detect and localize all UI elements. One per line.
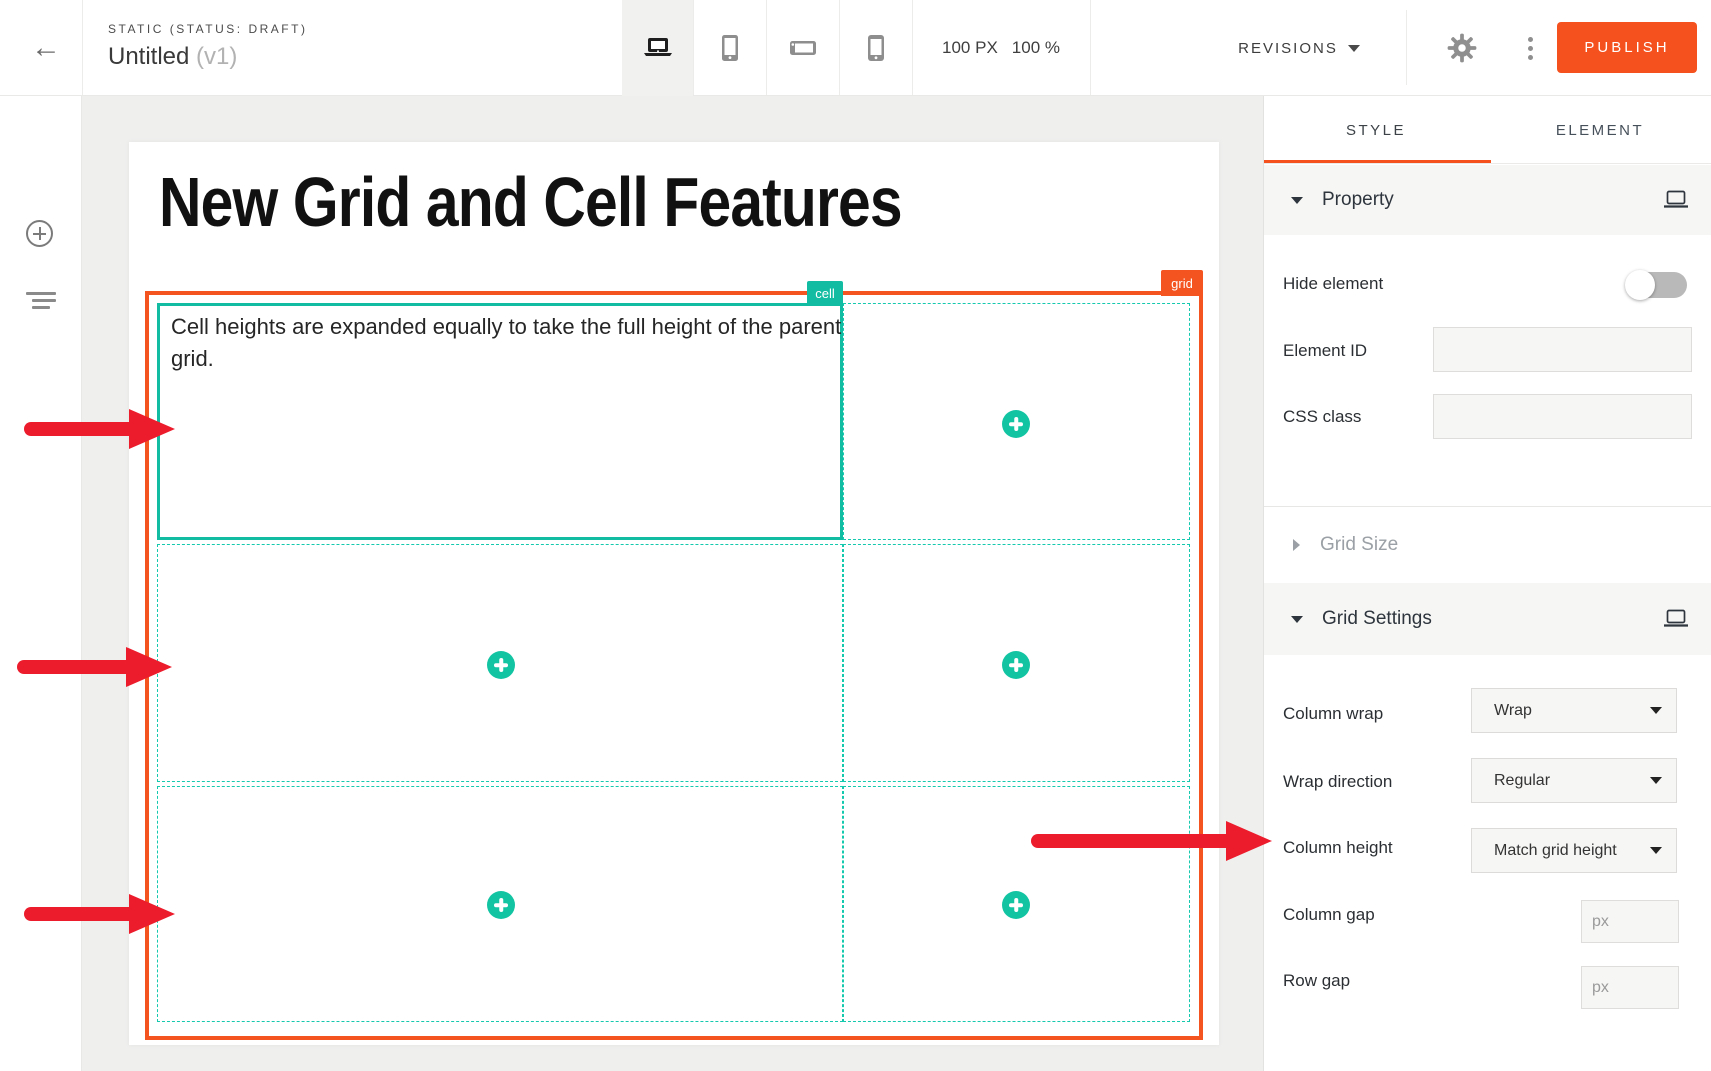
style-inspector-panel: STYLE ELEMENT Property Hide element Elem…: [1263, 96, 1711, 1071]
add-content-button[interactable]: [487, 891, 515, 919]
revisions-label: REVISIONS: [1238, 40, 1338, 57]
chevron-down-icon: [1348, 45, 1360, 52]
active-tab-underline: [1264, 160, 1491, 163]
device-tablet-button[interactable]: [694, 0, 765, 96]
row-gap-label: Row gap: [1283, 971, 1350, 991]
device-desktop-button[interactable]: [622, 0, 693, 96]
column-height-select[interactable]: Match grid height: [1471, 828, 1677, 873]
element-id-field-wrap: [1433, 327, 1692, 372]
selected-value: Wrap: [1494, 702, 1532, 720]
page-canvas[interactable]: New Grid and Cell Features grid cell Cel…: [129, 142, 1219, 1045]
element-id-input[interactable]: [1434, 328, 1691, 371]
add-content-button[interactable]: [487, 651, 515, 679]
chevron-down-icon: [1291, 197, 1303, 204]
layers-button[interactable]: [26, 292, 56, 309]
section-header-grid-settings[interactable]: Grid Settings: [1264, 583, 1711, 655]
document-status: STATIC (STATUS: DRAFT): [108, 22, 307, 36]
section-header-grid-size[interactable]: Grid Size: [1264, 506, 1711, 583]
publish-button[interactable]: PUBLISH: [1557, 22, 1697, 73]
column-gap-field-wrap: [1581, 900, 1679, 943]
cell-tag: cell: [807, 281, 843, 306]
css-class-field-wrap: [1433, 394, 1692, 439]
add-element-button[interactable]: [26, 220, 53, 247]
divider: [1090, 0, 1091, 95]
divider: [1406, 10, 1407, 85]
panel-tabs: STYLE ELEMENT: [1264, 96, 1711, 164]
row-gap-input[interactable]: [1582, 967, 1678, 1008]
section-title: Grid Settings: [1322, 608, 1432, 630]
selected-value: Regular: [1494, 772, 1550, 790]
chevron-down-icon: [1650, 847, 1662, 854]
left-toolbar: [0, 96, 82, 1071]
device-phone-portrait-button[interactable]: [840, 0, 911, 96]
revisions-dropdown[interactable]: REVISIONS: [1216, 0, 1382, 96]
device-scope-laptop-icon[interactable]: [1663, 190, 1689, 210]
css-class-label: CSS class: [1283, 407, 1361, 427]
phone-portrait-icon: [867, 34, 885, 62]
chevron-down-icon: [1291, 616, 1303, 623]
column-wrap-select[interactable]: Wrap: [1471, 688, 1677, 733]
column-gap-label: Column gap: [1283, 905, 1375, 925]
chevron-down-icon: [1650, 777, 1662, 784]
settings-button[interactable]: [1440, 32, 1484, 64]
element-id-label: Element ID: [1283, 341, 1367, 361]
toggle-knob: [1625, 270, 1655, 300]
column-gap-input[interactable]: [1582, 901, 1678, 942]
section-title: Grid Size: [1320, 534, 1398, 556]
column-height-label: Column height: [1283, 838, 1393, 858]
document-info: STATIC (STATUS: DRAFT) Untitled (v1): [108, 22, 307, 71]
laptop-icon: [643, 36, 673, 60]
document-title: Untitled (v1): [108, 43, 307, 71]
document-version: (v1): [196, 43, 237, 70]
chevron-down-icon: [1650, 707, 1662, 714]
device-scope-laptop-icon[interactable]: [1663, 609, 1689, 629]
tablet-icon: [718, 34, 742, 62]
divider: [82, 0, 83, 95]
selected-value: Match grid height: [1494, 842, 1617, 860]
row-gap-field-wrap: [1581, 966, 1679, 1009]
kebab-icon: [1528, 37, 1533, 42]
phone-landscape-icon: [789, 40, 817, 56]
section-header-property[interactable]: Property: [1264, 165, 1711, 235]
add-content-button[interactable]: [1002, 891, 1030, 919]
wrap-direction-select[interactable]: Regular: [1471, 758, 1677, 803]
section-title: Property: [1322, 189, 1394, 211]
tab-element[interactable]: ELEMENT: [1488, 96, 1711, 164]
back-arrow-icon: ←: [31, 33, 61, 63]
tab-style[interactable]: STYLE: [1264, 96, 1488, 164]
wrap-direction-label: Wrap direction: [1283, 772, 1392, 792]
top-bar: ← STATIC (STATUS: DRAFT) Untitled (v1): [0, 0, 1711, 96]
canvas-zoom-value: 100 %: [1012, 38, 1060, 58]
editor-screen: ← STATIC (STATUS: DRAFT) Untitled (v1): [0, 0, 1711, 1071]
selected-cell[interactable]: cell Cell heights are expanded equally t…: [157, 303, 843, 540]
document-title-text: Untitled: [108, 43, 189, 70]
hide-element-toggle[interactable]: [1627, 272, 1687, 298]
grid-element[interactable]: grid cell Cell heights are expanded equa…: [145, 291, 1203, 1040]
overflow-menu-button[interactable]: [1512, 30, 1548, 66]
canvas-dimensions: 100 PX 100 %: [912, 0, 1090, 96]
hide-element-label: Hide element: [1283, 274, 1383, 294]
add-content-button[interactable]: [1002, 651, 1030, 679]
gear-icon: [1447, 33, 1477, 63]
chevron-right-icon: [1293, 539, 1300, 551]
column-wrap-label: Column wrap: [1283, 704, 1383, 724]
canvas-width-value: 100 PX: [942, 38, 998, 58]
cell-text[interactable]: Cell heights are expanded equally to tak…: [171, 311, 843, 375]
css-class-input[interactable]: [1434, 395, 1691, 438]
device-phone-landscape-button[interactable]: [767, 0, 838, 96]
grid-tag: grid: [1161, 270, 1203, 296]
page-heading[interactable]: New Grid and Cell Features: [159, 162, 902, 242]
back-button[interactable]: ←: [18, 0, 74, 96]
add-content-button[interactable]: [1002, 410, 1030, 438]
